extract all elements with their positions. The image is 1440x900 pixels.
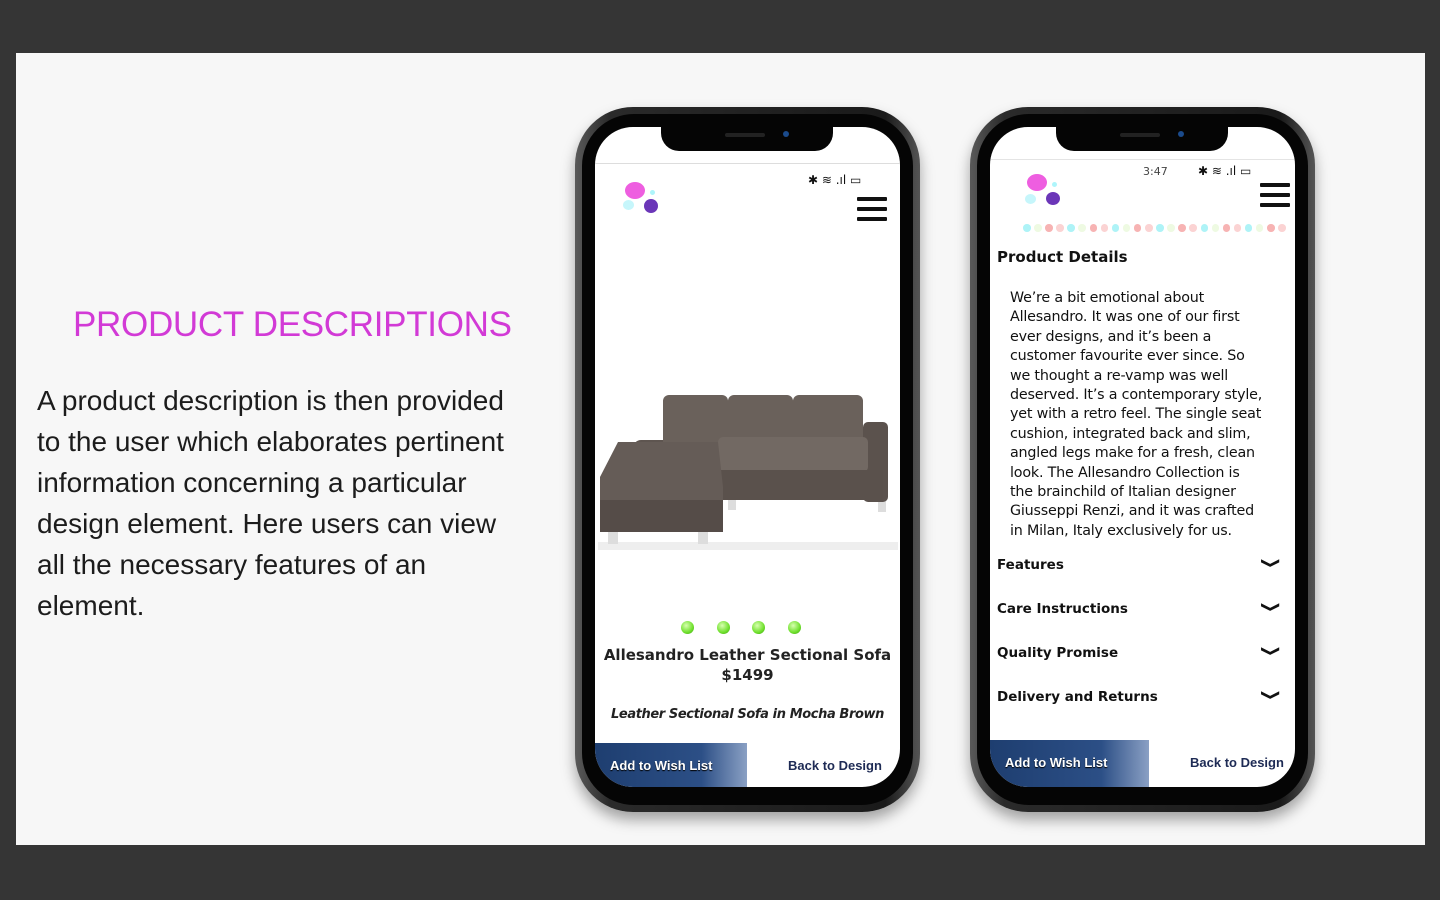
decorative-dot [1278, 224, 1286, 232]
hamburger-menu-icon[interactable] [1260, 183, 1290, 213]
back-to-design-button[interactable]: Back to Design [1190, 740, 1284, 787]
add-to-wish-list-button[interactable]: Add to Wish List [990, 740, 1149, 787]
decorative-dot [1222, 224, 1231, 232]
description-line: customer favourite ever since. So [1010, 348, 1245, 365]
decorative-dot [1122, 224, 1131, 232]
decorative-dot [1211, 224, 1220, 232]
body-line: information concerning a particular [37, 467, 467, 498]
status-time: 3:47 [1143, 165, 1168, 178]
decorative-dot [1045, 224, 1053, 232]
body-line: to the user which elaborates pertinent [37, 426, 504, 457]
decorative-dot [1034, 224, 1042, 232]
chevron-down-icon[interactable]: ❯ [1261, 601, 1282, 613]
carousel-dot[interactable] [681, 621, 694, 634]
body-line: all the necessary features of an [37, 549, 427, 580]
description-line: Allesandro. It was one of our first [1010, 309, 1240, 326]
decorative-dot [1023, 224, 1031, 232]
body-line: design element. Here users can view [37, 508, 497, 539]
phone-screen: 3:47 ✱ ≋ .ıl ▭ Product Details We’re a b… [990, 127, 1295, 787]
decorative-dot [1233, 224, 1242, 232]
phone-mockup-product: ✱ ≋ .ıl ▭ Allesandro Leather Sectional S… [575, 107, 920, 812]
hamburger-menu-icon[interactable] [857, 197, 887, 227]
decorative-dot [1078, 224, 1086, 232]
decorative-dot [1255, 224, 1264, 232]
decorative-dot [1156, 224, 1164, 232]
decorative-dot [1178, 224, 1186, 232]
decorative-dot [1200, 224, 1208, 232]
description-line: yet with a retro feel. The single seat [1010, 406, 1262, 423]
body-line: element. [37, 590, 145, 621]
description-line: angled legs make for a fresh, clean [1010, 445, 1255, 462]
accordion-delivery-returns[interactable]: Delivery and Returns ❯ [997, 689, 1282, 709]
description-line: in Milan, Italy exclusively for us. [1010, 522, 1232, 539]
section-title: Product Details [997, 248, 1128, 266]
slide-body: A product description is then provided t… [37, 380, 557, 626]
status-icons: ✱ ≋ .ıl ▭ [808, 173, 862, 187]
description-line: the brainchild of Italian designer [1010, 484, 1236, 501]
accordion-label: Features [997, 557, 1064, 573]
decorative-dot [1133, 224, 1142, 232]
decorative-dot [1067, 224, 1075, 232]
phone-screen: ✱ ≋ .ıl ▭ Allesandro Leather Sectional S… [595, 127, 900, 787]
accordion-care-instructions[interactable]: Care Instructions ❯ [997, 601, 1282, 621]
decorative-dot [1056, 224, 1064, 232]
description-line: we thought a re-vamp was well [1010, 367, 1229, 384]
decorative-dot [1089, 224, 1098, 232]
slide-heading: PRODUCT DESCRIPTIONS [73, 305, 512, 344]
product-name: Allesandro Leather Sectional Sofa [603, 646, 892, 664]
accordion-label: Quality Promise [997, 645, 1119, 661]
decorative-dot [1189, 224, 1197, 232]
chevron-down-icon[interactable]: ❯ [1261, 557, 1282, 569]
description-line: cushion, integrated back and slim, [1010, 425, 1251, 442]
accordion-quality-promise[interactable]: Quality Promise ❯ [997, 645, 1282, 665]
chevron-down-icon[interactable]: ❯ [1261, 645, 1282, 657]
back-to-design-button[interactable]: Back to Design [788, 743, 882, 787]
carousel-dots [681, 621, 801, 634]
decorative-dots [1023, 224, 1286, 232]
decorative-dot [1111, 224, 1120, 232]
body-line: A product description is then provided [37, 385, 504, 416]
decorative-dot [1100, 224, 1109, 232]
description-line: We’re a bit emotional about [1010, 290, 1205, 306]
description-line: ever designs, and it’s been a [1010, 328, 1212, 345]
phone-mockup-details: 3:47 ✱ ≋ .ıl ▭ Product Details We’re a b… [970, 107, 1315, 812]
accordion-label: Delivery and Returns [997, 689, 1158, 705]
status-icons: ✱ ≋ .ıl ▭ [1198, 164, 1252, 178]
chevron-down-icon[interactable]: ❯ [1261, 689, 1282, 701]
decorative-dot [1267, 224, 1275, 232]
product-description: We’re a bit emotional about Allesandro. … [1010, 289, 1262, 541]
sofa-product-image [598, 395, 898, 550]
product-price: $1499 [721, 666, 774, 684]
description-line: deserved. It’s a contemporary style, [1010, 387, 1263, 404]
add-to-wish-list-button[interactable]: Add to Wish List [595, 743, 747, 787]
description-line: look. The Allesandro Collection is [1010, 464, 1240, 481]
carousel-dot[interactable] [787, 621, 801, 634]
decorative-dot [1244, 224, 1253, 232]
decorative-dot [1145, 224, 1153, 232]
product-subtitle: Leather Sectional Sofa in Mocha Brown [611, 707, 884, 722]
description-line: Giusseppi Renzi, and it was crafted [1010, 503, 1254, 520]
carousel-dot[interactable] [716, 621, 730, 634]
decorative-dot [1167, 224, 1175, 232]
accordion-label: Care Instructions [997, 601, 1128, 617]
accordion-features[interactable]: Features ❯ [997, 557, 1282, 577]
carousel-dot[interactable] [752, 621, 766, 634]
